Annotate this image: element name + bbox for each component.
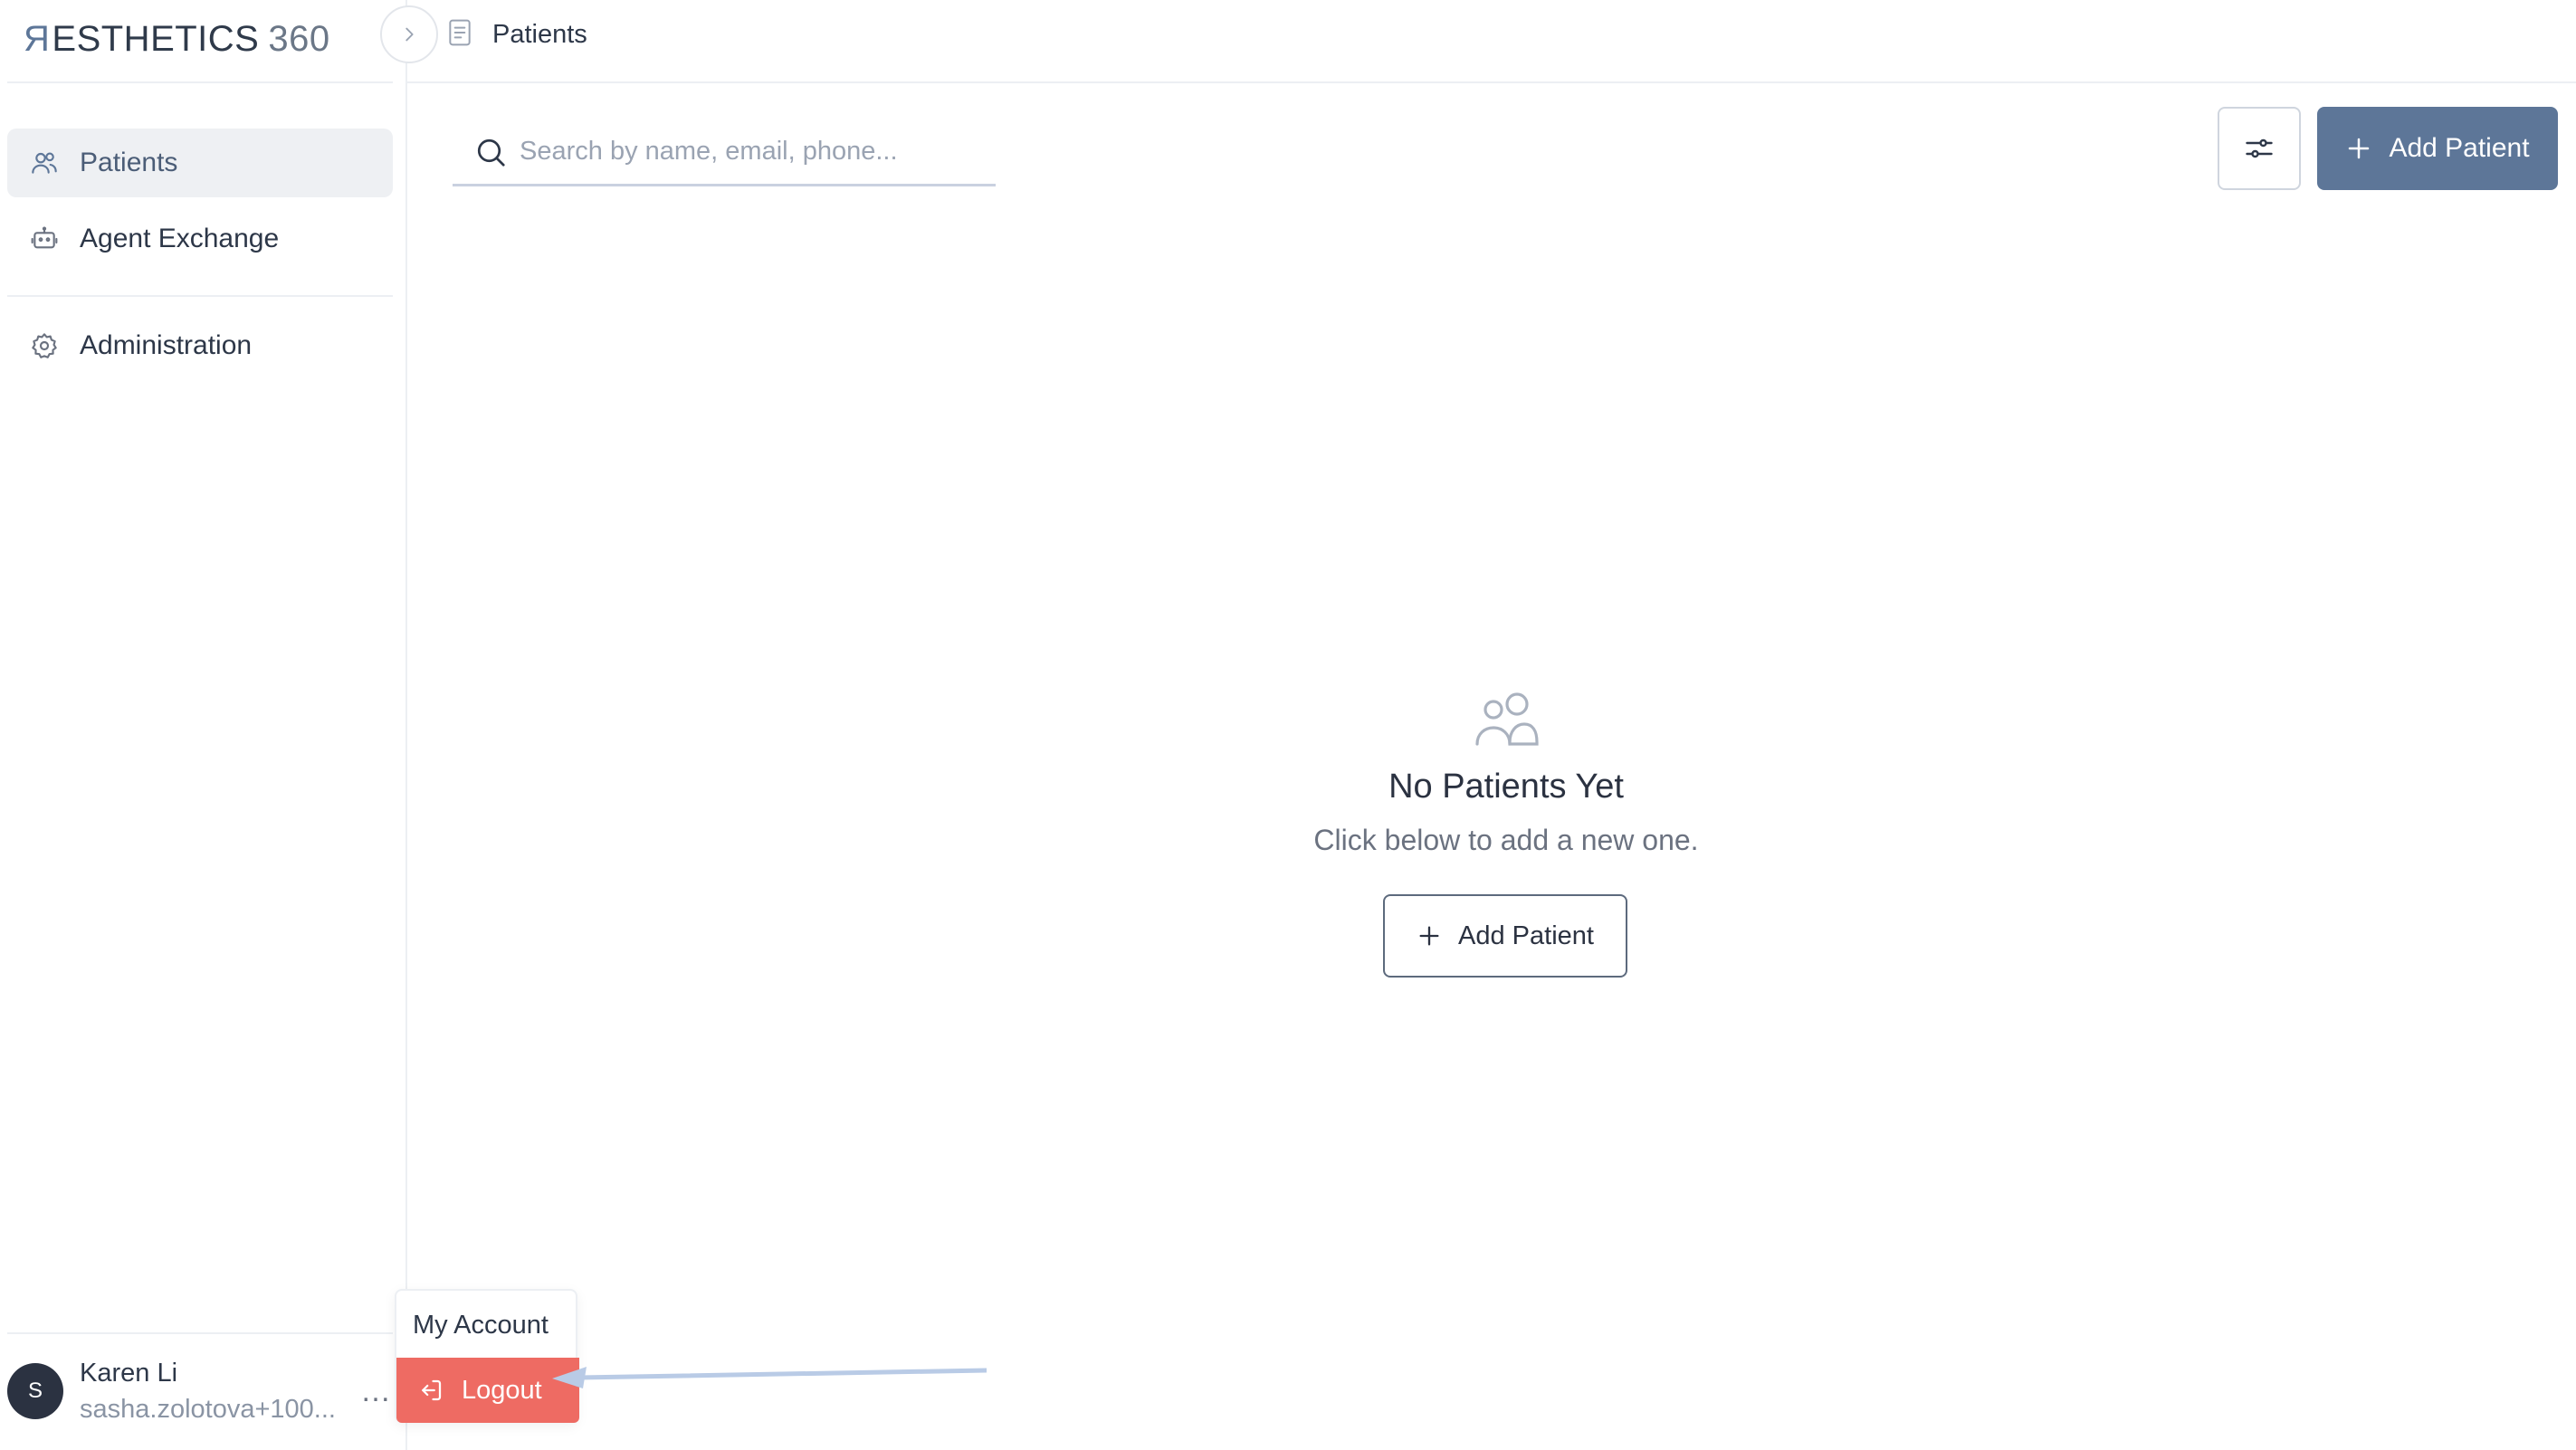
users-icon (27, 146, 62, 180)
logo: Я ESTHETICS 360 (24, 13, 330, 65)
empty-state-subtitle: Click below to add a new one. (1313, 824, 1699, 856)
menu-item-label: Logout (462, 1375, 542, 1405)
plus-icon (2349, 138, 2370, 159)
more-options-icon[interactable]: … (360, 1374, 392, 1409)
divider (7, 81, 393, 83)
sidebar-item-label: Agent Exchange (80, 224, 280, 253)
logo-mark: Я (24, 18, 51, 59)
divider (407, 81, 2576, 83)
bot-icon (27, 222, 62, 256)
sliders-icon (2246, 138, 2273, 158)
sidebar-item-administration[interactable]: Administration (7, 311, 393, 380)
user-info: Karen Li sasha.zolotova+100... (80, 1355, 351, 1427)
menu-item-label: My Account (413, 1310, 549, 1340)
app-root: Я ESTHETICS 360 Patients Agent Exchange … (0, 0, 2576, 1450)
add-patient-button[interactable]: Add Patient (2317, 107, 2558, 190)
sidebar: Я ESTHETICS 360 Patients Agent Exchange … (0, 0, 407, 1450)
users-icon (1475, 692, 1539, 746)
sidebar-item-agent-exchange[interactable]: Agent Exchange (7, 205, 393, 273)
user-email: sasha.zolotova+100... (80, 1395, 336, 1424)
divider (7, 295, 393, 297)
plus-icon (1419, 926, 1439, 946)
document-icon (447, 18, 472, 52)
add-patient-empty-button[interactable]: Add Patient (1383, 894, 1627, 978)
gear-icon (27, 329, 62, 363)
search-icon (472, 134, 509, 170)
user-name: Karen Li (80, 1359, 178, 1388)
sidebar-toggle-button[interactable] (380, 5, 438, 63)
annotation-arrow-icon (552, 1367, 987, 1388)
search-input[interactable] (520, 137, 972, 167)
logo-text: ESTHETICS (52, 18, 260, 59)
page-title: Patients (492, 19, 587, 49)
logout-icon (416, 1376, 445, 1405)
logo-number: 360 (268, 18, 330, 59)
breadcrumb: Patients (447, 16, 587, 52)
filter-button[interactable] (2218, 107, 2301, 190)
sidebar-item-label: Administration (80, 330, 253, 360)
my-account-menu-item[interactable]: My Account (396, 1293, 579, 1358)
empty-state-title: No Patients Yet (1388, 768, 1624, 806)
search-bar (453, 119, 996, 186)
divider (7, 1332, 393, 1334)
sidebar-item-label: Patients (80, 148, 178, 177)
user-profile[interactable]: S Karen Li sasha.zolotova+100... … (7, 1350, 396, 1432)
sidebar-item-patients[interactable]: Patients (7, 129, 393, 197)
add-patient-label: Add Patient (1458, 921, 1594, 950)
add-patient-label: Add Patient (2389, 133, 2530, 163)
chevron-right-icon (405, 27, 414, 42)
avatar: S (7, 1363, 63, 1419)
